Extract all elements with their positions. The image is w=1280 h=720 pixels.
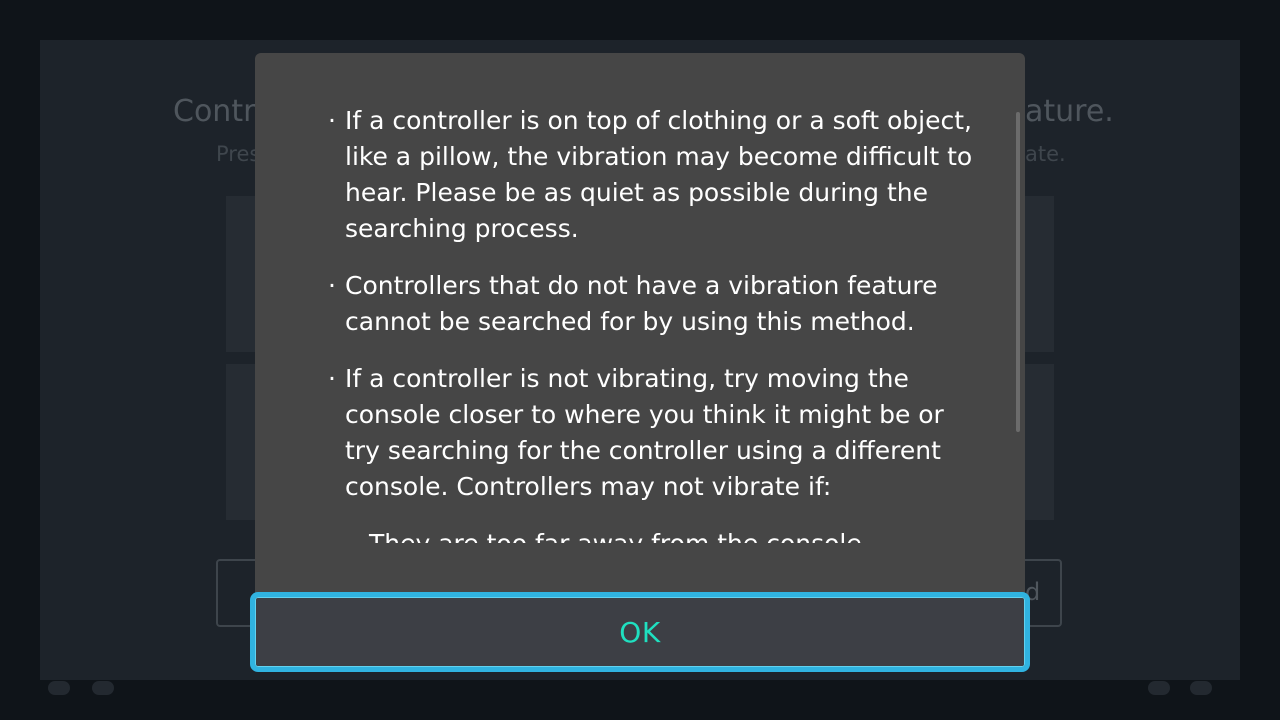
- background-footer-right: [1148, 678, 1228, 698]
- background-title-left: Contr: [173, 94, 256, 129]
- background-title-right: ature.: [1025, 94, 1114, 129]
- dialog-scroll-area[interactable]: · If a controller is on top of clothing …: [255, 53, 1025, 543]
- background-footer-left: [48, 678, 138, 698]
- ok-button[interactable]: OK: [250, 592, 1030, 672]
- ok-button-label: OK: [619, 615, 661, 649]
- footer-button-icon: [1190, 681, 1212, 695]
- dialog-content: · If a controller is on top of clothing …: [325, 103, 975, 543]
- list-item: · Controllers that do not have a vibrati…: [325, 268, 975, 340]
- list-item: · If a controller is on top of clothing …: [325, 103, 975, 247]
- list-item: · If a controller is not vibrating, try …: [325, 361, 975, 505]
- info-dialog: · If a controller is on top of clothing …: [255, 53, 1025, 670]
- background-subtitle-right: ate.: [1025, 142, 1066, 166]
- footer-button-icon: [92, 681, 114, 695]
- scrollbar[interactable]: [1016, 112, 1020, 432]
- list-item-text: If a controller is on top of clothing or…: [345, 106, 973, 243]
- bullet-icon: ·: [328, 364, 336, 393]
- footer-button-icon: [48, 681, 70, 695]
- bullet-icon: ·: [328, 106, 336, 135]
- screen: Contr ature. Pres ate. d · If a controll…: [0, 0, 1280, 720]
- sub-list-item: They are too far away from the console.: [325, 526, 975, 543]
- footer-button-icon: [1148, 681, 1170, 695]
- background-subtitle-left: Pres: [216, 142, 261, 166]
- list-item-text: If a controller is not vibrating, try mo…: [345, 364, 944, 501]
- sub-list-item-text: They are too far away from the console.: [369, 529, 870, 543]
- list-item-text: Controllers that do not have a vibration…: [345, 271, 938, 336]
- bullet-icon: ·: [328, 271, 336, 300]
